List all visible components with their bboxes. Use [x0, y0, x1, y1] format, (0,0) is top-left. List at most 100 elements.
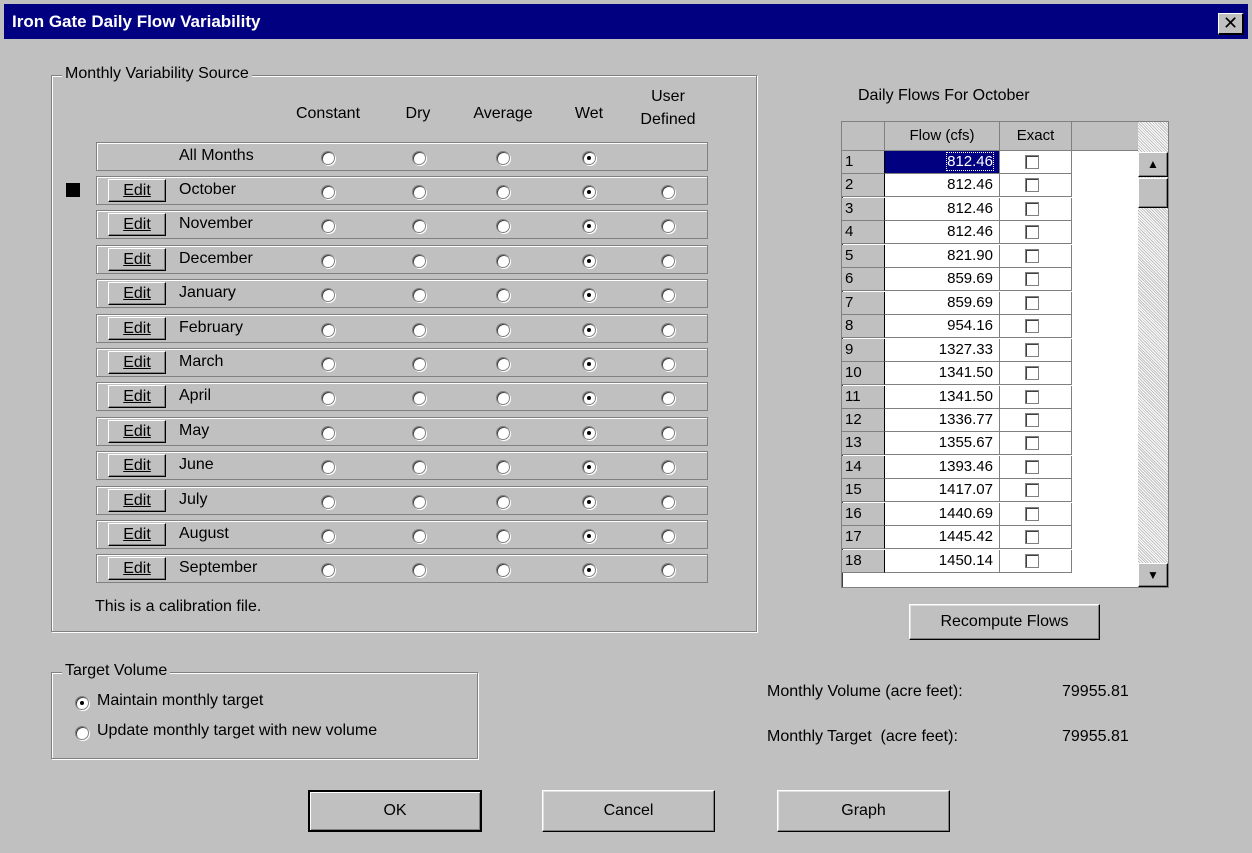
- daily-flows-scrollbar[interactable]: ▲ ▼: [1138, 122, 1168, 587]
- march-radio-constant[interactable]: [321, 357, 335, 371]
- all-months-radio-average[interactable]: [496, 151, 510, 165]
- close-icon[interactable]: ✕: [1218, 13, 1244, 35]
- march-radio-user-defined[interactable]: [661, 357, 675, 371]
- grid-row-header[interactable]: 11: [842, 386, 885, 409]
- november-radio-dry[interactable]: [412, 219, 426, 233]
- grid-row-header[interactable]: 5: [842, 245, 885, 268]
- exact-checkbox[interactable]: [1025, 436, 1039, 450]
- flow-cell[interactable]: 1417.07: [885, 479, 1000, 502]
- edit-button-february[interactable]: Edit: [108, 317, 166, 340]
- exact-checkbox[interactable]: [1025, 249, 1039, 263]
- september-radio-average[interactable]: [496, 563, 510, 577]
- exact-checkbox[interactable]: [1025, 225, 1039, 239]
- flow-cell[interactable]: 812.46: [885, 151, 1000, 174]
- grid-row-header[interactable]: 2: [842, 174, 885, 197]
- all-months-radio-wet[interactable]: [582, 151, 596, 165]
- grid-row-header[interactable]: 7: [842, 292, 885, 315]
- exact-checkbox[interactable]: [1025, 413, 1039, 427]
- flow-cell[interactable]: 812.46: [885, 174, 1000, 197]
- flow-cell[interactable]: 1341.50: [885, 362, 1000, 385]
- march-radio-dry[interactable]: [412, 357, 426, 371]
- exact-checkbox[interactable]: [1025, 155, 1039, 169]
- update-target-radio[interactable]: [75, 726, 89, 740]
- february-radio-dry[interactable]: [412, 323, 426, 337]
- august-radio-average[interactable]: [496, 529, 510, 543]
- grid-row-header[interactable]: 13: [842, 432, 885, 455]
- flow-cell[interactable]: 1327.33: [885, 339, 1000, 362]
- september-radio-user-defined[interactable]: [661, 563, 675, 577]
- edit-button-may[interactable]: Edit: [108, 420, 166, 443]
- january-radio-user-defined[interactable]: [661, 288, 675, 302]
- exact-checkbox[interactable]: [1025, 530, 1039, 544]
- november-radio-wet[interactable]: [582, 219, 596, 233]
- may-radio-constant[interactable]: [321, 426, 335, 440]
- grid-row-header[interactable]: 18: [842, 550, 885, 573]
- exact-checkbox[interactable]: [1025, 319, 1039, 333]
- grid-row-header[interactable]: 1: [842, 151, 885, 174]
- exact-checkbox[interactable]: [1025, 202, 1039, 216]
- flow-cell[interactable]: 1355.67: [885, 432, 1000, 455]
- exact-checkbox[interactable]: [1025, 272, 1039, 286]
- december-radio-wet[interactable]: [582, 254, 596, 268]
- november-radio-average[interactable]: [496, 219, 510, 233]
- grid-row-header[interactable]: 17: [842, 526, 885, 549]
- december-radio-constant[interactable]: [321, 254, 335, 268]
- january-radio-average[interactable]: [496, 288, 510, 302]
- flow-cell[interactable]: 1336.77: [885, 409, 1000, 432]
- flow-cell[interactable]: 821.90: [885, 245, 1000, 268]
- flow-cell[interactable]: 859.69: [885, 292, 1000, 315]
- july-radio-constant[interactable]: [321, 495, 335, 509]
- april-radio-user-defined[interactable]: [661, 391, 675, 405]
- august-radio-user-defined[interactable]: [661, 529, 675, 543]
- may-radio-wet[interactable]: [582, 426, 596, 440]
- edit-button-june[interactable]: Edit: [108, 454, 166, 477]
- february-radio-wet[interactable]: [582, 323, 596, 337]
- january-radio-dry[interactable]: [412, 288, 426, 302]
- edit-button-august[interactable]: Edit: [108, 523, 166, 546]
- april-radio-average[interactable]: [496, 391, 510, 405]
- august-radio-wet[interactable]: [582, 529, 596, 543]
- all-months-radio-dry[interactable]: [412, 151, 426, 165]
- grid-row-header[interactable]: 3: [842, 198, 885, 221]
- scroll-thumb[interactable]: [1138, 178, 1168, 208]
- july-radio-wet[interactable]: [582, 495, 596, 509]
- june-radio-user-defined[interactable]: [661, 460, 675, 474]
- february-radio-average[interactable]: [496, 323, 510, 337]
- july-radio-dry[interactable]: [412, 495, 426, 509]
- august-radio-dry[interactable]: [412, 529, 426, 543]
- graph-button[interactable]: Graph: [777, 790, 950, 832]
- scroll-down-arrow-icon[interactable]: ▼: [1138, 563, 1168, 587]
- grid-row-header[interactable]: 10: [842, 362, 885, 385]
- all-months-radio-constant[interactable]: [321, 151, 335, 165]
- cancel-button[interactable]: Cancel: [542, 790, 715, 832]
- maintain-target-label[interactable]: Maintain monthly target: [97, 692, 263, 710]
- exact-checkbox[interactable]: [1025, 178, 1039, 192]
- grid-row-header[interactable]: 9: [842, 339, 885, 362]
- exact-checkbox[interactable]: [1025, 460, 1039, 474]
- june-radio-constant[interactable]: [321, 460, 335, 474]
- flow-cell[interactable]: 812.46: [885, 198, 1000, 221]
- exact-checkbox[interactable]: [1025, 483, 1039, 497]
- exact-checkbox[interactable]: [1025, 343, 1039, 357]
- update-target-label[interactable]: Update monthly target with new volume: [97, 722, 377, 740]
- exact-checkbox[interactable]: [1025, 296, 1039, 310]
- october-radio-dry[interactable]: [412, 185, 426, 199]
- october-radio-average[interactable]: [496, 185, 510, 199]
- edit-button-november[interactable]: Edit: [108, 213, 166, 236]
- edit-button-september[interactable]: Edit: [108, 557, 166, 580]
- december-radio-average[interactable]: [496, 254, 510, 268]
- january-radio-constant[interactable]: [321, 288, 335, 302]
- recompute-flows-button[interactable]: Recompute Flows: [909, 604, 1100, 640]
- october-radio-constant[interactable]: [321, 185, 335, 199]
- exact-checkbox[interactable]: [1025, 366, 1039, 380]
- september-radio-dry[interactable]: [412, 563, 426, 577]
- september-radio-constant[interactable]: [321, 563, 335, 577]
- grid-row-header[interactable]: 14: [842, 456, 885, 479]
- may-radio-average[interactable]: [496, 426, 510, 440]
- may-radio-dry[interactable]: [412, 426, 426, 440]
- edit-button-december[interactable]: Edit: [108, 248, 166, 271]
- ok-button[interactable]: OK: [308, 790, 482, 832]
- flow-cell[interactable]: 1440.69: [885, 503, 1000, 526]
- april-radio-wet[interactable]: [582, 391, 596, 405]
- november-radio-constant[interactable]: [321, 219, 335, 233]
